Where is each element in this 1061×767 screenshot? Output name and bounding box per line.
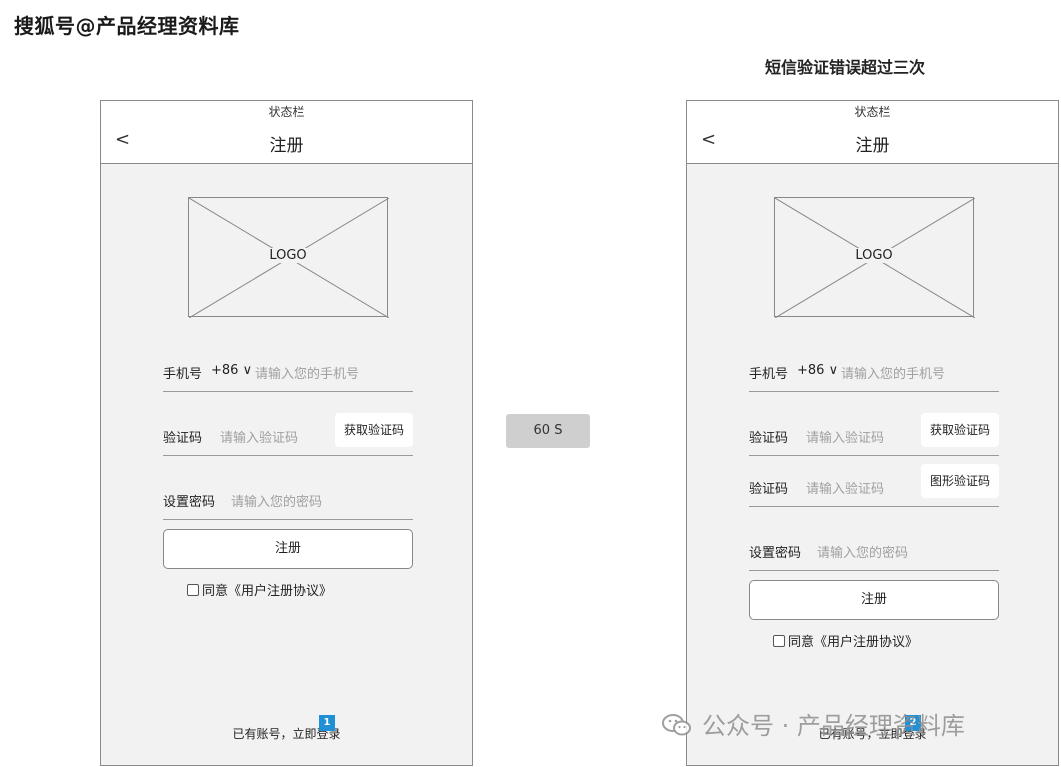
page-title: 注册 [269, 136, 304, 156]
get-code-button[interactable]: 获取验证码 [334, 413, 413, 447]
phone-input[interactable]: 请输入您的手机号 [255, 363, 359, 382]
code-input[interactable]: 请输入验证码 [220, 427, 298, 446]
agree-text[interactable]: 同意《用户注册协议》 [788, 635, 918, 650]
captcha-label: 验证码 [749, 482, 789, 497]
code-field: 验证码 请输入验证码 获取验证码 [749, 413, 999, 456]
watermark-bottom: 公众号 · 产品经理资料库 [662, 706, 965, 741]
phone-mockup-register: 状态栏 < 注册 LOGO 手机号 +86 ∨ 请输入您的手机号 验证码 请输入… [100, 100, 473, 766]
phone-field: 手机号 +86 ∨ 请输入您的手机号 [749, 351, 999, 392]
password-input[interactable]: 请输入您的密码 [817, 542, 908, 561]
register-button[interactable]: 注册 [749, 580, 999, 620]
phone-label: 手机号 [749, 367, 789, 382]
checkbox-icon[interactable] [773, 635, 785, 647]
register-button[interactable]: 注册 [163, 529, 413, 569]
password-input[interactable]: 请输入您的密码 [231, 491, 322, 510]
password-field: 设置密码 请输入您的密码 [163, 479, 413, 520]
get-code-button[interactable]: 获取验证码 [920, 413, 999, 447]
phone-mockup-register-captcha: 状态栏 < 注册 LOGO 手机号 +86 ∨ 请输入您的手机号 验证码 请输入… [686, 100, 1059, 766]
password-label: 设置密码 [749, 546, 802, 561]
country-code-select[interactable]: +86 ∨ [797, 363, 838, 378]
logo-placeholder: LOGO [774, 197, 975, 318]
login-link[interactable]: 已有账号，立即登录 [101, 725, 472, 742]
top-bar: 状态栏 < 注册 [687, 101, 1058, 164]
password-field: 设置密码 请输入您的密码 [749, 530, 999, 571]
countdown-timer: 60 S [506, 414, 590, 448]
status-bar: 状态栏 [854, 105, 891, 119]
watermark-bottom-text: 公众号 · 产品经理资料库 [702, 712, 965, 740]
agree-terms: 同意《用户注册协议》 [187, 580, 332, 599]
wechat-icon [662, 714, 691, 736]
phone-label: 手机号 [163, 367, 203, 382]
captcha-input[interactable]: 请输入验证码 [806, 478, 884, 497]
logo-text: LOGO [853, 248, 895, 263]
agree-text[interactable]: 同意《用户注册协议》 [202, 584, 332, 599]
code-label: 验证码 [163, 431, 203, 446]
phone-input[interactable]: 请输入您的手机号 [841, 363, 945, 382]
code-input[interactable]: 请输入验证码 [806, 427, 884, 446]
checkbox-icon[interactable] [187, 584, 199, 596]
logo-placeholder: LOGO [188, 197, 389, 318]
country-code-select[interactable]: +86 ∨ [211, 363, 252, 378]
status-bar: 状态栏 [268, 105, 305, 119]
code-field: 验证码 请输入验证码 获取验证码 [163, 413, 413, 456]
top-bar: 状态栏 < 注册 [101, 101, 472, 164]
phone-field: 手机号 +86 ∨ 请输入您的手机号 [163, 351, 413, 392]
agree-terms: 同意《用户注册协议》 [773, 631, 918, 650]
captcha-field: 验证码 请输入验证码 图形验证码 [749, 464, 999, 507]
page-title: 注册 [855, 136, 890, 156]
captcha-image-button[interactable]: 图形验证码 [920, 464, 999, 498]
logo-text: LOGO [267, 248, 309, 263]
step-badge: 1 [319, 715, 335, 731]
frame-title-sms-error: 短信验证错误超过三次 [765, 58, 926, 77]
code-label: 验证码 [749, 431, 789, 446]
password-label: 设置密码 [163, 495, 216, 510]
watermark-top: 搜狐号@产品经理资料库 [14, 14, 240, 38]
